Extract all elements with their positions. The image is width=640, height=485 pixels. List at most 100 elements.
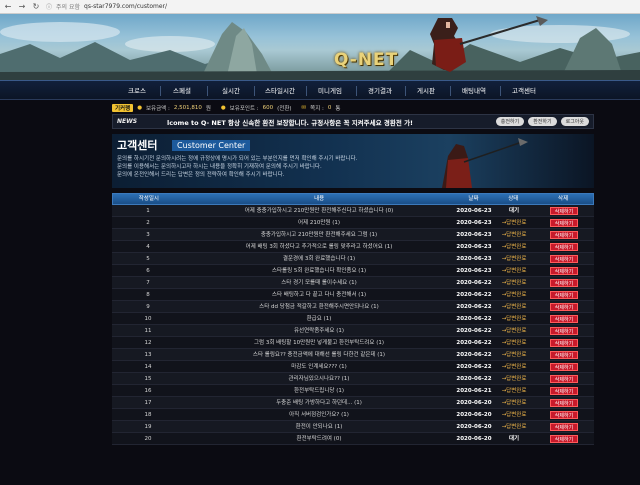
site-logo[interactable]: Q-NET: [334, 50, 398, 70]
row-content-link[interactable]: 스타 경기 모를때 롤이수세요 (1): [184, 277, 454, 288]
row-date: 2020-06-23: [456, 220, 492, 226]
nav-divider: [207, 86, 208, 96]
nav-item-results[interactable]: 경기결과: [360, 81, 400, 101]
nav-item-bet-history[interactable]: 배팅내역: [454, 81, 494, 101]
row-content-link[interactable]: 환전부탁드립니당 (1): [184, 385, 454, 396]
delete-button[interactable]: 삭제하기: [549, 374, 579, 383]
table-row[interactable]: 13 스타 롤링요?? 충전금액에 대해선 롤링 다한건 같은데 (1) 2020-…: [112, 349, 594, 361]
table-row[interactable]: 7 스타 경기 모를때 롤이수세요 (1) 2020-06-22 →답변완료 삭제하기: [112, 277, 594, 289]
point-convert-link[interactable]: (전환): [277, 104, 291, 112]
row-content-link[interactable]: 아직 서버점검인가요? (1): [184, 409, 454, 420]
table-row[interactable]: 14 마감도 인계세요??? (1) 2020-06-22 →답변완료 삭제하기: [112, 361, 594, 373]
delete-button[interactable]: 삭제하기: [549, 338, 579, 347]
deposit-button[interactable]: 충전하기: [495, 117, 525, 126]
description-line: 문의에 온전인해서 드리는 답변은 정의 전략하여 확인해 주시기 바랍니다.: [117, 172, 285, 178]
point-label: 보유포인트 :: [229, 106, 259, 112]
nav-item-customer-center[interactable]: 고객센터: [504, 81, 544, 101]
delete-button[interactable]: 삭제하기: [549, 350, 579, 359]
nav-divider: [254, 86, 255, 96]
nav-item-board[interactable]: 게시판: [409, 81, 443, 101]
delete-button[interactable]: 삭제하기: [549, 422, 579, 431]
row-content-link[interactable]: 마감도 인계세요??? (1): [184, 361, 454, 372]
nav-item-minigame[interactable]: 미니게임: [310, 81, 350, 101]
table-row[interactable]: 4 어제 배팅 3회 하셨다고 추가적으로 롤링 맞추라고 하셨어요 (1) 202…: [112, 241, 594, 253]
row-number: 1: [146, 208, 150, 214]
table-row[interactable]: 3 충충가입하시고 210만원만 환전해주세요 그럼 (1) 2020-06-23 →…: [112, 229, 594, 241]
table-row[interactable]: 2 어제 210만원 (1) 2020-06-23 →답변완료 삭제하기: [112, 217, 594, 229]
table-row[interactable]: 10 환급요 (1) 2020-06-22 →답변완료 삭제하기: [112, 313, 594, 325]
delete-button[interactable]: 삭제하기: [549, 290, 579, 299]
table-row[interactable]: 6 스타롤링 5회 완료했습니다 확인좀요 (1) 2020-06-23 →답변완료 삭…: [112, 265, 594, 277]
row-content-link[interactable]: 그럼 3회 배팅할 10만원만 넣게불고 환전부탁드려요 (1): [184, 337, 454, 348]
row-delete-cell: 삭제하기: [534, 217, 594, 228]
nav-item-star-live[interactable]: 스타일시간: [258, 81, 302, 101]
reload-icon[interactable]: ↻: [32, 2, 40, 11]
row-content-link[interactable]: 결운경에 3회 완료했습니다 (1): [184, 253, 454, 264]
table-row[interactable]: 1 어제 충충가입하시고 210만원만 환전해주신다고 하셨습니다 (0) 2020…: [112, 205, 594, 217]
delete-button[interactable]: 삭제하기: [549, 266, 579, 275]
row-content-link[interactable]: 어제 배팅 3회 하셨다고 추가적으로 롤링 맞추라고 하셨어요 (1): [184, 241, 454, 252]
table-row[interactable]: 8 스타 배팅하고 다 끝고 다니 충전해서 (1) 2020-06-22 →답변완료…: [112, 289, 594, 301]
table-row[interactable]: 20 환전부탁드려여 (0) 2020-06-20 대기 삭제하기: [112, 433, 594, 445]
back-icon[interactable]: ←: [4, 2, 12, 11]
row-content-link[interactable]: 스타 배팅하고 다 끝고 다니 충전해서 (1): [184, 289, 454, 300]
delete-button[interactable]: 삭제하기: [549, 230, 579, 239]
table-row[interactable]: 18 아직 서버점검인가요? (1) 2020-06-20 →답변완료 삭제하기: [112, 409, 594, 421]
delete-button[interactable]: 삭제하기: [549, 398, 579, 407]
row-content-link[interactable]: 환급요 (1): [184, 313, 454, 324]
row-status: →답변완료: [501, 400, 527, 406]
row-date: 2020-06-22: [456, 304, 492, 310]
row-content-link[interactable]: 관리자님있으시나요?? (1): [184, 373, 454, 384]
table-row[interactable]: 16 환전부탁드립니당 (1) 2020-06-21 →답변완료 삭제하기: [112, 385, 594, 397]
nav-item-live[interactable]: 실시간: [214, 81, 248, 101]
delete-button[interactable]: 삭제하기: [549, 278, 579, 287]
row-content-link[interactable]: 어제 210만원 (1): [184, 217, 454, 228]
delete-button[interactable]: 삭제하기: [549, 386, 579, 395]
delete-button[interactable]: 삭제하기: [549, 242, 579, 251]
table-row[interactable]: 15 관리자님있으시나요?? (1) 2020-06-22 →답변완료 삭제하기: [112, 373, 594, 385]
row-content-link[interactable]: 환전부탁드려여 (0): [184, 433, 454, 444]
row-content-link[interactable]: 스타 롤링요?? 충전금액에 대해선 롤링 다한건 같은데 (1): [184, 349, 454, 360]
row-status: 대기: [508, 208, 520, 214]
table-row[interactable]: 11 유선연락좀주세요 (1) 2020-06-22 →답변완료 삭제하기: [112, 325, 594, 337]
table-row[interactable]: 9 스타 dd 당첨금 적갈하고 환전해주시면안되나요 (1) 2020-06-22…: [112, 301, 594, 313]
coin-icon: ●: [137, 105, 142, 111]
table-row[interactable]: 17 두충준 배팅 가방하다고 하던데... (1) 2020-06-20 →답변완료…: [112, 397, 594, 409]
table-row[interactable]: 5 결운경에 3회 완료했습니다 (1) 2020-06-23 →답변완료 삭제하기: [112, 253, 594, 265]
table-row[interactable]: 12 그럼 3회 배팅할 10만원만 넣게불고 환전부탁드려요 (1) 2020-0…: [112, 337, 594, 349]
delete-button[interactable]: 삭제하기: [549, 326, 579, 335]
row-date: 2020-06-22: [456, 328, 492, 334]
delete-button[interactable]: 삭제하기: [549, 254, 579, 263]
delete-button[interactable]: 삭제하기: [549, 218, 579, 227]
nav-divider: [405, 86, 406, 96]
row-content-link[interactable]: 스타 dd 당첨금 적갈하고 환전해주시면안되나요 (1): [184, 301, 454, 312]
row-content-link[interactable]: 어제 충충가입하시고 210만원만 환전해주신다고 하셨습니다 (0): [184, 205, 454, 216]
row-date: 2020-06-22: [456, 316, 492, 322]
message-unit: 통: [335, 106, 341, 112]
row-number: 17: [144, 400, 152, 406]
table-row[interactable]: 19 환전이 안되나요 (1) 2020-06-20 →답변완료 삭제하기: [112, 421, 594, 433]
page-description: 문의를 하시기전 문의하시려는 정에 규정상에 명시가 되어 있는 부분인지를 …: [117, 155, 357, 179]
delete-button[interactable]: 삭제하기: [549, 302, 579, 311]
delete-button[interactable]: 삭제하기: [549, 410, 579, 419]
withdraw-button[interactable]: 환전하기: [528, 117, 557, 126]
row-delete-cell: 삭제하기: [534, 325, 594, 336]
row-content-link[interactable]: 두충준 배팅 가방하다고 하던데... (1): [184, 397, 454, 408]
nav-item-cross[interactable]: 크로스: [120, 81, 154, 101]
logout-button[interactable]: 로그아웃: [560, 117, 589, 126]
row-delete-cell: 삭제하기: [534, 313, 594, 324]
row-date: 2020-06-21: [456, 388, 492, 394]
row-content-link[interactable]: 유선연락좀주세요 (1): [184, 325, 454, 336]
message-label[interactable]: 쪽지 :: [310, 104, 324, 112]
warning-icon: ⓘ: [46, 4, 53, 11]
nav-item-special[interactable]: 스페셜: [165, 81, 199, 101]
row-content-link[interactable]: 충충가입하시고 210만원만 환전해주세요 그럼 (1): [184, 229, 454, 240]
row-content-link[interactable]: 스타롤링 5회 완료했습니다 확인좀요 (1): [184, 265, 454, 276]
delete-button[interactable]: 삭제하기: [549, 362, 579, 371]
delete-button[interactable]: 삭제하기: [549, 434, 579, 443]
forward-icon[interactable]: →: [18, 2, 26, 11]
delete-button[interactable]: 삭제하기: [549, 206, 579, 215]
address-bar[interactable]: ⓘ 주의 요함 qs-star7979.com/customer/: [46, 2, 167, 11]
delete-button[interactable]: 삭제하기: [549, 314, 579, 323]
row-content-link[interactable]: 환전이 안되나요 (1): [184, 421, 454, 432]
